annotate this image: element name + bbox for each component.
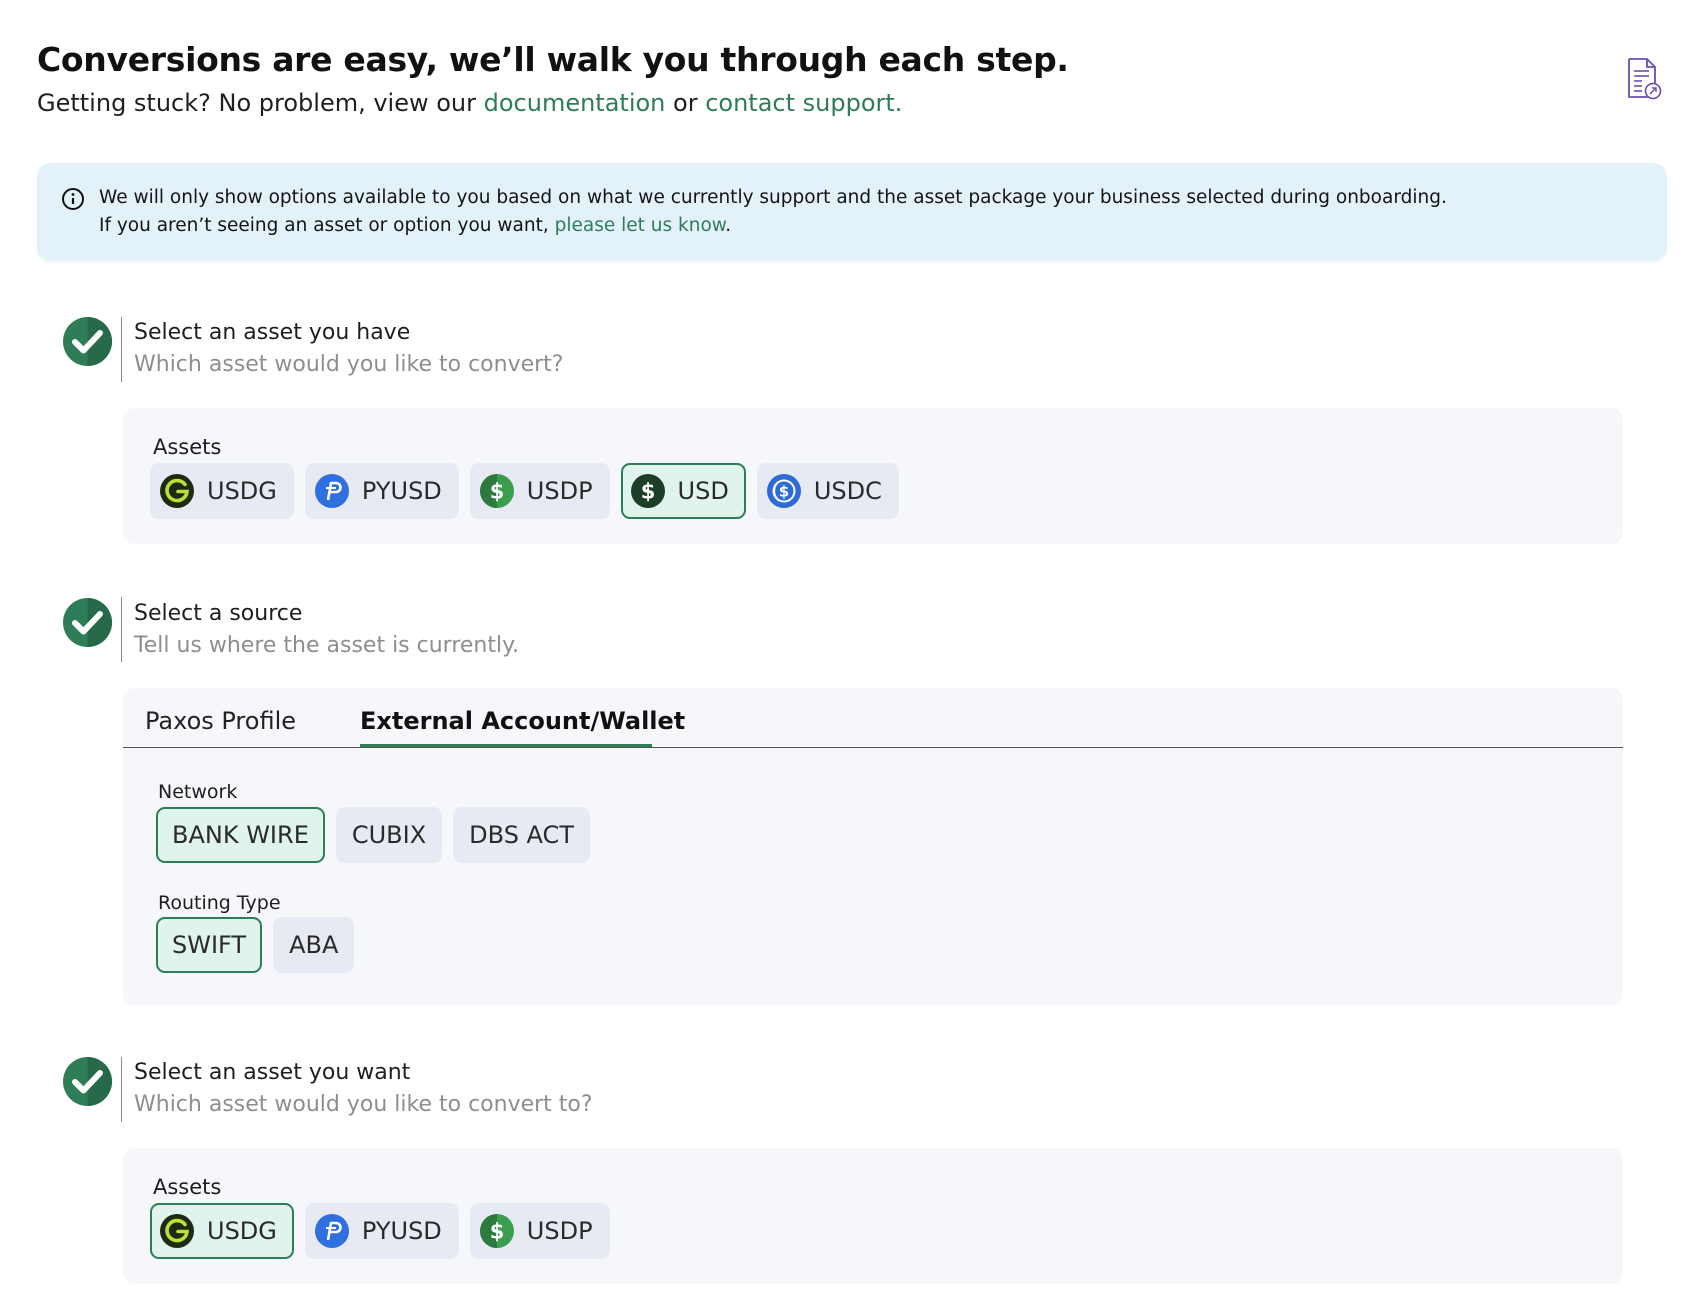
usdg-icon xyxy=(160,1214,194,1248)
routing-type-swift-chip[interactable]: SWIFT xyxy=(156,917,263,973)
step-description: Tell us where the asset is currently. xyxy=(134,633,519,658)
network-bank-wire-chip[interactable]: BANK WIRE xyxy=(156,807,325,863)
chip-label: USD xyxy=(677,477,729,505)
want-asset-usdg-chip[interactable]: USDG xyxy=(150,1203,294,1259)
info-banner: We will only show options available to y… xyxy=(37,163,1667,261)
page-title: Conversions are easy, we’ll walk you thr… xyxy=(37,40,1069,79)
network-options: BANK WIRE CUBIX DBS ACT xyxy=(156,807,590,863)
banner-text-line1: We will only show options available to y… xyxy=(99,187,1447,208)
step-title: Select a source xyxy=(134,601,303,626)
please-let-us-know-link[interactable]: please let us know xyxy=(555,215,726,236)
want-asset-panel: Assets USDG PYUSD $ USDP xyxy=(123,1148,1623,1284)
pyusd-icon xyxy=(314,474,349,508)
have-asset-options: USDG PYUSD $ USDP $ USD $ USDC xyxy=(150,463,899,519)
want-asset-options: USDG PYUSD $ USDP xyxy=(150,1203,610,1259)
banner-line2-text: If you aren’t seeing an asset or option … xyxy=(99,215,555,236)
step-description: Which asset would you like to convert? xyxy=(134,352,564,377)
step-complete-check-icon xyxy=(63,317,112,366)
subtitle-or: or xyxy=(665,89,706,117)
banner-text-line2: If you aren’t seeing an asset or option … xyxy=(99,215,731,236)
network-label: Network xyxy=(158,781,238,803)
routing-type-options: SWIFT ABA xyxy=(156,917,355,973)
chip-label: PYUSD xyxy=(361,1217,442,1245)
step-divider xyxy=(121,597,122,662)
chip-label: USDP xyxy=(526,477,593,505)
step-divider xyxy=(121,317,122,382)
network-cubix-chip[interactable]: CUBIX xyxy=(335,807,443,863)
routing-type-aba-chip[interactable]: ABA xyxy=(273,917,355,973)
usd-icon: $ xyxy=(630,474,665,508)
source-panel: Paxos Profile External Account/Wallet Ne… xyxy=(123,688,1623,1006)
routing-type-label: Routing Type xyxy=(158,892,281,914)
chip-label: USDG xyxy=(207,477,277,505)
step-description: Which asset would you like to convert to… xyxy=(134,1092,593,1117)
contact-support-link[interactable]: contact support. xyxy=(705,89,902,117)
have-asset-usdp-chip[interactable]: $ USDP xyxy=(469,463,610,519)
active-tab-indicator xyxy=(360,744,652,747)
usdg-icon xyxy=(160,474,194,508)
want-asset-usdp-chip[interactable]: $ USDP xyxy=(469,1203,610,1259)
step-title: Select an asset you have xyxy=(134,320,411,345)
svg-text:$: $ xyxy=(640,480,655,504)
chip-label: USDC xyxy=(813,477,882,505)
svg-text:$: $ xyxy=(779,483,789,501)
tab-external-account-wallet[interactable]: External Account/Wallet xyxy=(360,707,685,735)
have-asset-pyusd-chip[interactable]: PYUSD xyxy=(304,463,459,519)
page-subtitle: Getting stuck? No problem, view our docu… xyxy=(37,89,902,117)
assets-label: Assets xyxy=(153,435,222,459)
network-dbs-act-chip[interactable]: DBS ACT xyxy=(453,807,590,863)
want-asset-pyusd-chip[interactable]: PYUSD xyxy=(304,1203,459,1259)
step-complete-check-icon xyxy=(63,1057,112,1106)
subtitle-text: Getting stuck? No problem, view our xyxy=(37,89,484,117)
pyusd-icon xyxy=(314,1214,349,1248)
usdp-icon: $ xyxy=(479,474,514,508)
chip-label: DBS ACT xyxy=(469,821,574,849)
documentation-link[interactable]: documentation xyxy=(484,89,666,117)
chip-label: SWIFT xyxy=(172,931,247,959)
svg-text:$: $ xyxy=(489,1220,504,1244)
have-asset-usdc-chip[interactable]: $ USDC xyxy=(756,463,899,519)
have-asset-panel: Assets USDG PYUSD $ USDP $ USD $ USDC xyxy=(123,408,1623,544)
chip-label: BANK WIRE xyxy=(172,821,309,849)
step-complete-check-icon xyxy=(63,598,112,647)
svg-text:$: $ xyxy=(489,480,504,504)
step-title: Select an asset you want xyxy=(134,1060,411,1085)
have-asset-usdg-chip[interactable]: USDG xyxy=(150,463,294,519)
source-tabs: Paxos Profile External Account/Wallet xyxy=(123,688,1623,748)
step-divider xyxy=(121,1057,122,1122)
assets-label: Assets xyxy=(153,1175,222,1199)
have-asset-usd-chip[interactable]: $ USD xyxy=(620,463,746,519)
chip-label: ABA xyxy=(289,931,339,959)
usdc-icon: $ xyxy=(766,474,801,508)
chip-label: PYUSD xyxy=(361,477,442,505)
info-icon xyxy=(61,187,85,211)
tab-paxos-profile[interactable]: Paxos Profile xyxy=(145,707,296,735)
chip-label: USDG xyxy=(207,1217,277,1245)
chip-label: CUBIX xyxy=(351,821,427,849)
usdp-icon: $ xyxy=(479,1214,514,1248)
documentation-icon[interactable] xyxy=(1622,56,1664,100)
banner-line2-suffix: . xyxy=(725,215,732,236)
chip-label: USDP xyxy=(526,1217,593,1245)
